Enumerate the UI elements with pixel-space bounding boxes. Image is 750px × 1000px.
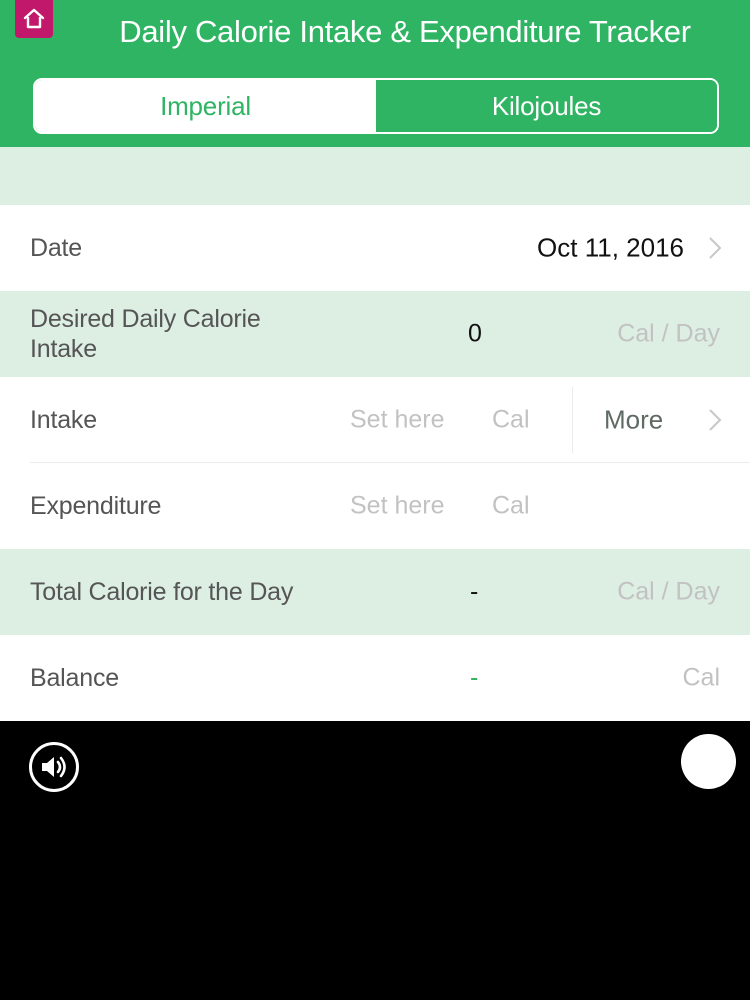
calorie-tracker-app: Daily Calorie Intake & Expenditure Track… [0,0,750,1000]
date-row[interactable]: Date Oct 11, 2016 [0,205,750,291]
tab-imperial[interactable]: Imperial [35,80,376,132]
total-calorie-label: Total Calorie for the Day [30,578,294,606]
intake-input[interactable]: Set here [350,406,445,435]
vertical-divider [572,387,573,453]
desired-intake-row: Desired Daily Calorie Intake 0 Cal / Day [0,291,750,377]
chevron-right-icon [709,409,722,431]
desired-intake-unit: Cal / Day [617,319,720,348]
total-calorie-row: Total Calorie for the Day - Cal / Day [0,549,750,635]
desired-intake-value[interactable]: 0 [468,320,482,349]
intake-row: Intake Set here Cal More [0,377,750,463]
desired-intake-label: Desired Daily Calorie Intake [30,304,261,364]
home-button[interactable] [15,0,53,38]
page-title: Daily Calorie Intake & Expenditure Track… [119,14,691,49]
total-calorie-unit: Cal / Day [617,577,720,606]
expenditure-input[interactable]: Set here [350,492,445,521]
date-value[interactable]: Oct 11, 2016 [537,233,684,264]
balance-label: Balance [30,664,119,692]
section-spacer [0,147,750,205]
balance-row: Balance - Cal [0,635,750,721]
unit-segmented-control: Imperial Kilojoules [33,78,719,134]
intake-unit: Cal [492,405,530,434]
total-calorie-value: - [470,577,479,606]
desired-intake-label-line2: Intake [30,335,97,363]
balance-unit: Cal [682,663,720,692]
tab-kilojoules[interactable]: Kilojoules [376,80,717,132]
expenditure-unit: Cal [492,491,530,520]
more-button[interactable]: More [604,405,663,436]
date-label: Date [30,234,83,262]
chevron-right-icon [709,237,722,259]
bottom-toolbar [0,722,750,1000]
intake-label: Intake [30,406,97,434]
expenditure-row: Expenditure Set here Cal [0,463,750,549]
balance-value: - [470,663,479,692]
home-icon [23,8,45,29]
sound-button[interactable] [29,742,79,792]
white-circle-button[interactable] [681,734,736,789]
speaker-icon [42,756,66,778]
expenditure-label: Expenditure [30,492,162,520]
desired-intake-label-line1: Desired Daily Calorie [30,305,261,333]
header-bar: Daily Calorie Intake & Expenditure Track… [0,0,750,147]
